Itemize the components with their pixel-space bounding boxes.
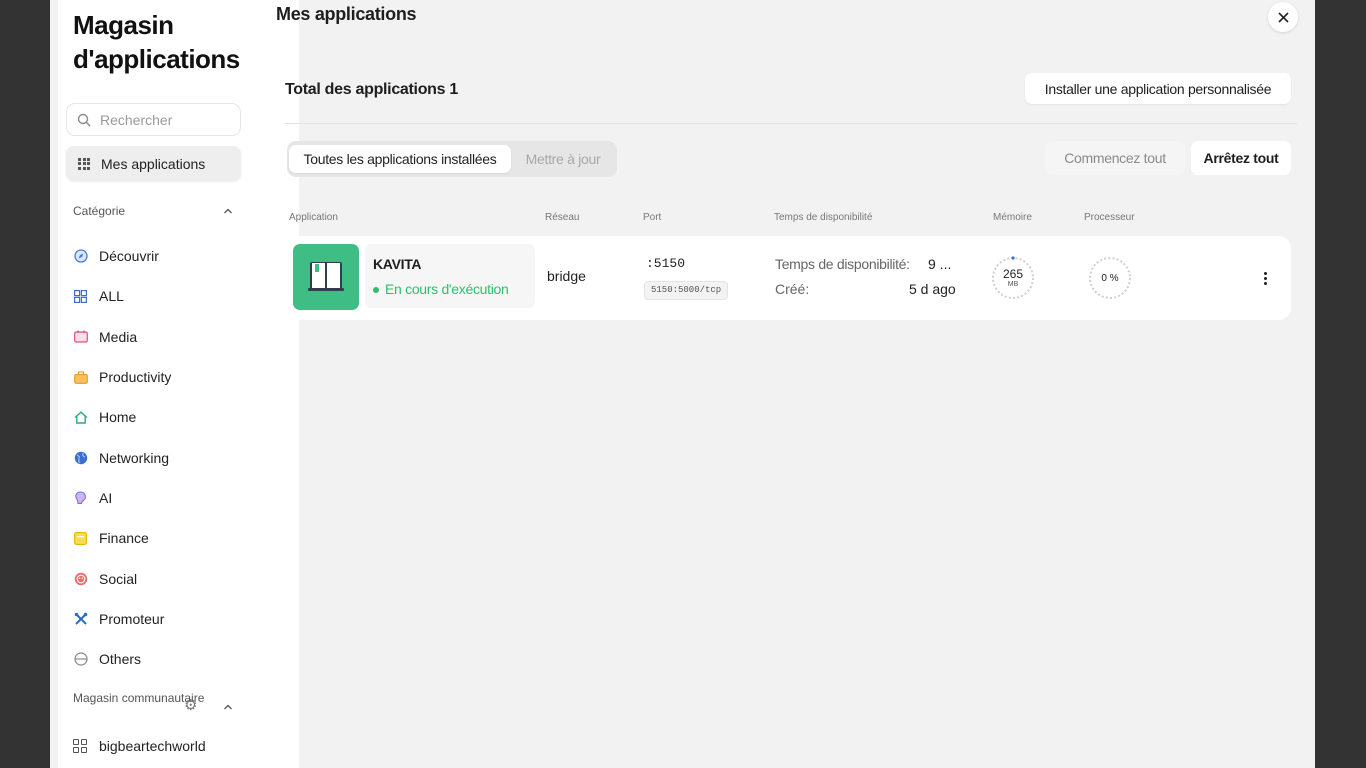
chevron-up-icon[interactable] xyxy=(223,206,233,216)
sidebar-item-label: Networking xyxy=(99,449,170,466)
sidebar-item-social[interactable]: Social xyxy=(73,558,243,598)
sidebar-item-home[interactable]: Home xyxy=(73,397,243,437)
tab-all-installed[interactable]: Toutes les applications installées xyxy=(289,145,511,173)
divider xyxy=(285,123,1297,124)
chevron-up-icon[interactable] xyxy=(223,702,233,712)
app-status: En cours d'exécution xyxy=(373,281,509,297)
sidebar-item-label: AI xyxy=(99,489,113,506)
sidebar-item-networking[interactable]: Networking xyxy=(73,437,243,477)
app-name: KAVITA xyxy=(373,256,422,272)
page-title: Mes applications xyxy=(276,4,417,24)
created-value: 5 d ago xyxy=(909,281,956,297)
sidebar-item-label: Mes applications xyxy=(101,155,206,172)
app-icon[interactable] xyxy=(293,244,359,310)
others-icon xyxy=(73,652,88,667)
apps-total: Total des applications 1 xyxy=(285,81,458,98)
search-icon xyxy=(77,113,91,127)
filter-tabs: Toutes les applications installées Mettr… xyxy=(287,141,617,177)
column-header-network: Réseau xyxy=(545,212,580,223)
grid-dots-icon xyxy=(78,157,90,170)
sidebar-item-ai[interactable]: AI xyxy=(73,478,243,518)
sidebar-item-media[interactable]: Media xyxy=(73,317,243,357)
app-name-area xyxy=(365,244,535,308)
memory-gauge: 265 MB xyxy=(990,255,1036,301)
start-all-button[interactable]: Commencez tout xyxy=(1045,141,1185,175)
store-title: Magasin d'applications xyxy=(73,10,240,74)
sidebar-item-finance[interactable]: Finance xyxy=(73,518,243,558)
column-header-application: Application xyxy=(289,212,338,223)
cpu-value: 0 % xyxy=(1101,272,1119,284)
sidebar-item-discover[interactable]: Découvrir xyxy=(73,236,243,276)
grid-icon xyxy=(73,289,88,304)
close-icon xyxy=(1277,11,1289,23)
uptime-value: 9 ... xyxy=(928,256,952,272)
app-network: bridge xyxy=(547,268,586,284)
app-status-text: En cours d'exécution xyxy=(385,281,509,297)
install-custom-app-button[interactable]: Installer une application personnalisée xyxy=(1025,73,1291,104)
column-header-memory: Mémoire xyxy=(993,212,1032,223)
sidebar-item-label: Productivity xyxy=(99,369,172,386)
sidebar-item-label: bigbeartechworld xyxy=(99,738,206,754)
stop-all-button[interactable]: Arrêtez tout xyxy=(1191,141,1291,175)
created-label: Créé: xyxy=(775,281,810,297)
sidebar-item-label: ALL xyxy=(99,288,124,305)
wallet-icon xyxy=(73,531,88,546)
status-dot-icon xyxy=(373,287,379,294)
sidebar: Magasin d'applications Mes applications … xyxy=(58,0,299,768)
app-port-mapping: 5150:5000/tcp xyxy=(644,281,729,300)
column-header-port: Port xyxy=(643,212,662,223)
compass-icon xyxy=(73,249,88,264)
media-icon xyxy=(73,329,88,344)
house-icon xyxy=(73,410,88,425)
memory-value: 265 xyxy=(1002,266,1024,281)
sidebar-item-label: Finance xyxy=(99,530,149,547)
sidebar-item-all[interactable]: ALL xyxy=(73,276,243,316)
memory-unit: MB xyxy=(1007,280,1019,288)
main-content: Total des applications 1 Installer une a… xyxy=(285,40,1297,768)
search-input[interactable] xyxy=(100,110,235,130)
sidebar-item-others[interactable]: Others xyxy=(73,639,243,679)
sidebar-item-label: Media xyxy=(99,328,138,345)
briefcase-icon xyxy=(73,370,88,385)
category-heading: Catégorie xyxy=(73,204,126,218)
uptime-label: Temps de disponibilité: xyxy=(775,256,910,272)
sidebar-item-productivity[interactable]: Productivity xyxy=(73,357,243,397)
sidebar-item-my-apps[interactable]: Mes applications xyxy=(66,146,241,181)
column-header-uptime: Temps de disponibilité xyxy=(774,212,873,223)
smiley-icon xyxy=(73,571,88,586)
apps-icon xyxy=(73,738,88,754)
category-list: Découvrir ALL Media Productivity Home Ne… xyxy=(73,236,243,679)
sidebar-item-label: Découvrir xyxy=(99,248,159,265)
sidebar-item-label: Others xyxy=(99,651,142,668)
tools-icon xyxy=(73,611,88,626)
close-button[interactable] xyxy=(1268,2,1298,32)
app-row[interactable]: KAVITA En cours d'exécution bridge :5150… xyxy=(287,236,1291,320)
community-store-header[interactable]: Magasin communautaire ⚙ xyxy=(73,690,233,724)
app-port: :5150 xyxy=(646,256,686,271)
sidebar-item-community-store[interactable]: bigbeartechworld xyxy=(73,738,206,754)
sidebar-item-label: Home xyxy=(99,409,137,426)
sidebar-item-developer[interactable]: Promoteur xyxy=(73,599,243,639)
brain-icon xyxy=(73,490,88,505)
globe-icon xyxy=(73,450,88,465)
column-header-cpu: Processeur xyxy=(1084,212,1135,223)
tab-updates[interactable]: Mettre à jour xyxy=(511,145,615,173)
sidebar-item-label: Promoteur xyxy=(99,610,165,627)
gear-icon[interactable]: ⚙ xyxy=(184,698,197,714)
app-store-window: Magasin d'applications Mes applications … xyxy=(50,0,1315,768)
sidebar-item-label: Social xyxy=(99,570,138,587)
more-options-icon[interactable] xyxy=(1255,268,1275,288)
cpu-gauge: 0 % xyxy=(1087,255,1133,301)
book-icon xyxy=(308,262,344,291)
category-section-header[interactable]: Catégorie xyxy=(73,204,233,220)
search-box[interactable] xyxy=(66,103,241,136)
